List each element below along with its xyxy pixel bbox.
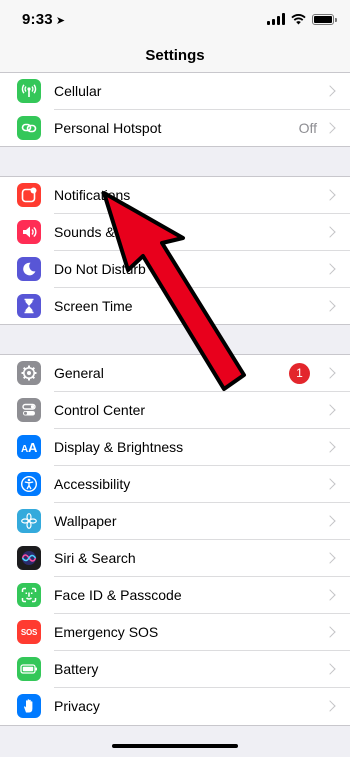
- chevron-right-icon: [324, 663, 336, 675]
- chevron-right-icon: [324, 122, 336, 134]
- svg-text:A: A: [28, 440, 38, 455]
- row-label: Personal Hotspot: [54, 120, 162, 136]
- row-label: Sounds & Haptics: [54, 224, 166, 240]
- status-time: 9:33 ➤: [22, 11, 65, 28]
- row-label: Screen Time: [54, 298, 133, 314]
- settings-row-screen-time[interactable]: Screen Time: [0, 288, 350, 325]
- chevron-right-icon: [324, 85, 336, 97]
- row-label: Cellular: [54, 83, 102, 99]
- settings-row-sounds-haptics[interactable]: Sounds & Haptics: [0, 214, 350, 251]
- home-indicator[interactable]: [112, 744, 238, 748]
- chevron-right-icon: [324, 300, 336, 312]
- section-divider: [0, 725, 350, 726]
- settings-row-general[interactable]: General 1: [0, 355, 350, 392]
- row-label: Siri & Search: [54, 550, 136, 566]
- settings-row-privacy[interactable]: Privacy: [0, 688, 350, 725]
- settings-row-accessibility[interactable]: Accessibility: [0, 466, 350, 503]
- page-title: Settings: [145, 47, 205, 64]
- chevron-right-icon: [324, 189, 336, 201]
- row-label: Control Center: [54, 402, 146, 418]
- settings-row-notifications[interactable]: Notifications: [0, 177, 350, 214]
- settings-row-emergency-sos[interactable]: SOS Emergency SOS: [0, 614, 350, 651]
- row-label: Face ID & Passcode: [54, 587, 182, 603]
- location-icon: ➤: [55, 15, 66, 27]
- settings-row-cellular[interactable]: Cellular: [0, 73, 350, 110]
- row-label: Wallpaper: [54, 513, 117, 529]
- toggles-icon: [17, 398, 41, 422]
- row-label: Notifications: [54, 187, 131, 203]
- hotspot-link-icon: [17, 116, 41, 140]
- chevron-right-icon: [324, 404, 336, 416]
- wifi-icon: [291, 14, 306, 25]
- accessibility-icon: [17, 472, 41, 496]
- settings-row-personal-hotspot[interactable]: Personal Hotspot Off: [0, 110, 350, 147]
- flower-icon: [17, 509, 41, 533]
- settings-row-display-brightness[interactable]: AA Display & Brightness: [0, 429, 350, 466]
- status-bar: 9:33 ➤: [0, 0, 350, 40]
- text-size-icon: AA: [17, 435, 41, 459]
- row-label: Do Not Disturb: [54, 261, 146, 277]
- gear-icon: [17, 361, 41, 385]
- chevron-right-icon: [324, 263, 336, 275]
- section-divider: [0, 146, 350, 147]
- siri-icon: [17, 546, 41, 570]
- row-label: Battery: [54, 661, 99, 677]
- chevron-right-icon: [324, 226, 336, 238]
- settings-row-face-id-passcode[interactable]: Face ID & Passcode: [0, 577, 350, 614]
- chevron-right-icon: [324, 478, 336, 490]
- row-label: Accessibility: [54, 476, 131, 492]
- section-divider: [0, 324, 350, 325]
- row-label: Privacy: [54, 698, 100, 714]
- battery-icon: [17, 657, 41, 681]
- chevron-right-icon: [324, 552, 336, 564]
- antenna-icon: [17, 79, 41, 103]
- battery-status-icon: [312, 13, 337, 25]
- notifications-icon: [17, 183, 41, 207]
- settings-row-siri-search[interactable]: Siri & Search: [0, 540, 350, 577]
- cellular-signal-icon: [267, 13, 285, 25]
- settings-row-do-not-disturb[interactable]: Do Not Disturb: [0, 251, 350, 288]
- row-label: Display & Brightness: [54, 439, 184, 455]
- chevron-right-icon: [324, 515, 336, 527]
- hand-icon: [17, 694, 41, 718]
- row-label: Emergency SOS: [54, 624, 159, 640]
- chevron-right-icon: [324, 700, 336, 712]
- settings-row-battery[interactable]: Battery: [0, 651, 350, 688]
- clock: 9:33: [22, 11, 53, 28]
- row-label: General: [54, 365, 104, 381]
- status-icons: [267, 12, 337, 26]
- settings-row-control-center[interactable]: Control Center: [0, 392, 350, 429]
- sos-icon-text: SOS: [20, 627, 38, 637]
- sos-icon: SOS: [17, 620, 41, 644]
- speaker-icon: [17, 220, 41, 244]
- settings-row-wallpaper[interactable]: Wallpaper: [0, 503, 350, 540]
- update-badge: 1: [289, 363, 310, 384]
- face-id-icon: [17, 583, 41, 607]
- chevron-right-icon: [324, 626, 336, 638]
- chevron-right-icon: [324, 589, 336, 601]
- moon-icon: [17, 257, 41, 281]
- chevron-right-icon: [324, 367, 336, 379]
- chevron-right-icon: [324, 441, 336, 453]
- hotspot-status-value: Off: [298, 120, 317, 136]
- hourglass-icon: [17, 294, 41, 318]
- navigation-bar: Settings: [0, 40, 350, 73]
